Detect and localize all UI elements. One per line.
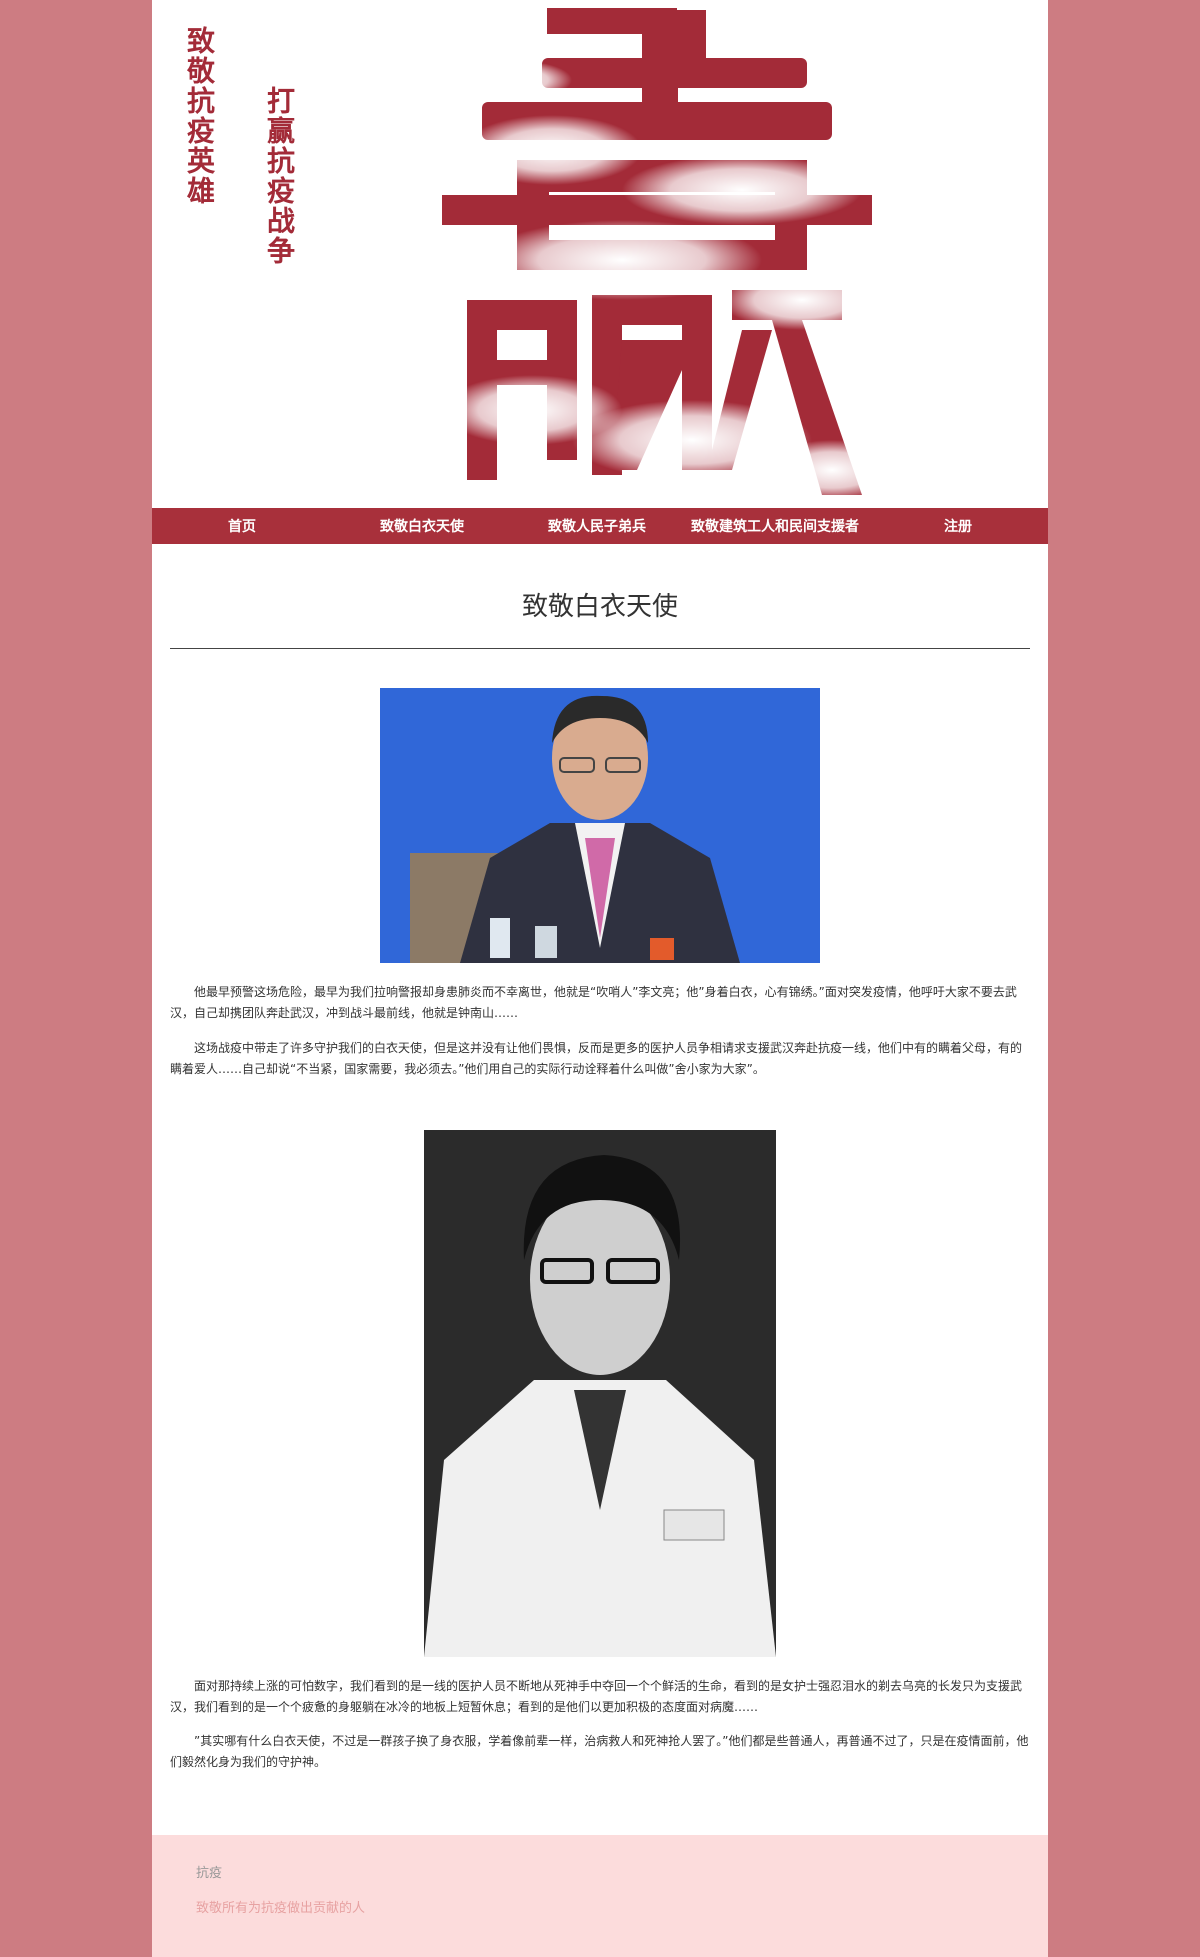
portrait-illustration — [424, 1130, 776, 1657]
photo-doctor-1 — [380, 688, 820, 963]
nav-item-soldiers[interactable]: 致敬人民子弟兵 — [512, 516, 682, 536]
article-paragraph: 这场战疫中带走了许多守护我们的白衣天使，但是这并没有让他们畏惧，反而是更多的医护… — [170, 1041, 1023, 1076]
article-paragraph: ”其实哪有什么白衣天使，不过是一群孩子换了身衣服，学着像前辈一样，治病救人和死神… — [170, 1734, 1029, 1769]
main-nav: 首页 致敬白衣天使 致敬人民子弟兵 致敬建筑工人和民间支援者 注册 — [152, 508, 1048, 544]
nav-item-doctors[interactable]: 致敬白衣天使 — [332, 516, 512, 536]
title-divider — [170, 648, 1030, 649]
banner: 致敬抗疫英雄 打赢抗疫战争 — [152, 0, 1048, 508]
portrait-illustration — [380, 688, 820, 963]
page: 致敬抗疫英雄 打赢抗疫战争 首页 致敬白衣天使 致敬人民子弟兵 致敬建筑工人和民… — [152, 0, 1048, 1957]
page-title: 致敬白衣天使 — [521, 592, 678, 622]
footer: 抗疫 致敬所有为抗疫做出贡献的人 — [152, 1835, 1048, 1957]
banner-slogan-right: 打赢抗疫战争 — [258, 86, 301, 266]
banner-slogan-line: 致敬 — [183, 26, 216, 86]
banner-slogan-line: 抗疫 — [183, 86, 216, 146]
big-character-graphic — [442, 8, 882, 500]
banner-slogan-line: 战争 — [263, 206, 296, 266]
photo-doctor-2 — [424, 1130, 776, 1657]
footer-heading: 抗疫 — [196, 1866, 223, 1881]
nav-item-home[interactable]: 首页 — [152, 516, 332, 536]
article-paragraph: 面对那持续上涨的可怕数字，我们看到的是一线的医护人员不断地从死神手中夺回一个个鲜… — [170, 1679, 1023, 1714]
article-paragraph: 他最早预警这场危险，最早为我们拉响警报却身患肺炎而不幸离世，他就是“吹哨人”李文… — [170, 985, 1017, 1020]
banner-slogan-line: 打赢 — [263, 86, 296, 146]
nav-item-register[interactable]: 注册 — [868, 516, 1048, 536]
nav-item-workers[interactable]: 致敬建筑工人和民间支援者 — [682, 516, 868, 536]
banner-slogan-line: 英雄 — [183, 146, 216, 206]
banner-slogan-left: 致敬抗疫英雄 — [178, 26, 221, 206]
banner-slogan-line: 抗疫 — [263, 146, 296, 206]
footer-subtext: 致敬所有为抗疫做出贡献的人 — [196, 1901, 366, 1916]
